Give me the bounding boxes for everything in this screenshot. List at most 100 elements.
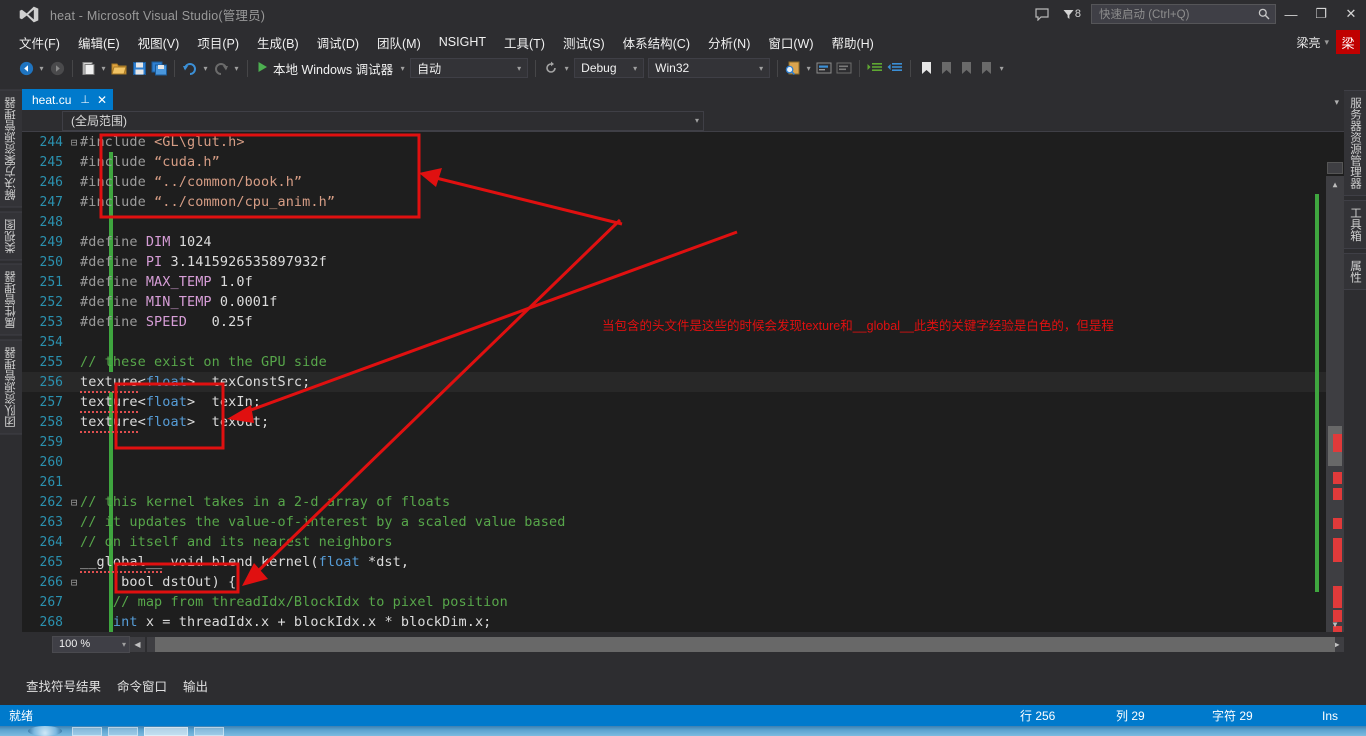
code-line[interactable]: 264 // on itself and its nearest neighbor… [22, 532, 1344, 552]
solution-platform-combo[interactable]: Win32 ▾ [648, 58, 771, 78]
code-line[interactable]: 248 [22, 212, 1344, 232]
error-marker[interactable] [1333, 472, 1342, 484]
horizontal-scrollbar[interactable] [147, 636, 1335, 652]
horizontal-scroll-thumb[interactable] [155, 636, 1335, 652]
chevron-down-icon[interactable]: ▾ [625, 64, 640, 73]
chevron-down-icon[interactable]: ▾ [1324, 37, 1329, 48]
start-debug-dropdown-icon[interactable]: ▾ [397, 64, 408, 73]
close-button[interactable]: ✕ [1336, 1, 1366, 27]
code-line[interactable]: 253 #define SPEED 0.25f [22, 312, 1344, 332]
code-line[interactable]: 265 __global__ void blend_kernel(float *d… [22, 552, 1344, 573]
navigate-back-icon[interactable] [16, 58, 36, 78]
find-dropdown-icon[interactable]: ▾ [803, 64, 814, 73]
scroll-up-arrow-icon[interactable]: ▲ [1326, 176, 1344, 192]
navigate-forward-icon[interactable] [47, 58, 67, 78]
fold-toggle-icon[interactable]: ⊟ [68, 137, 80, 148]
editor-vertical-scrollbar[interactable]: ▲ ▼ [1315, 162, 1344, 632]
tab-list-icon[interactable]: ▾ [1329, 97, 1344, 108]
menu-item-debug[interactable]: 调试(D) [308, 30, 368, 55]
error-marker[interactable] [1333, 434, 1342, 452]
menu-item-edit[interactable]: 编辑(E) [69, 30, 129, 55]
menu-item-test[interactable]: 测试(S) [554, 30, 614, 55]
scroll-left-arrow-icon[interactable]: ◀ [130, 636, 145, 652]
redo-icon[interactable] [211, 58, 231, 78]
uncomment-selection-icon[interactable] [834, 58, 854, 78]
code-line[interactable]: 266 ⊟ bool dstOut) { [22, 572, 1344, 592]
find-in-files-icon[interactable] [783, 58, 803, 78]
dock-tab-properties[interactable]: 属性 [1343, 252, 1366, 290]
new-item-dropdown-icon[interactable]: ▾ [98, 64, 109, 73]
pin-icon[interactable]: ⊥ [80, 93, 90, 106]
save-icon[interactable] [129, 58, 149, 78]
dock-tab-team-explorer[interactable]: 团队资源管理器 [0, 339, 23, 434]
code-editor-surface[interactable]: 244 ⊟ #include <GL\glut.h> 245 #include “cud… [22, 132, 1344, 632]
increase-indent-icon[interactable] [865, 58, 885, 78]
fold-toggle-icon[interactable]: ⊟ [68, 497, 80, 508]
dock-tab-server-explorer[interactable]: 服务器资源管理器 [1343, 90, 1366, 196]
bottom-tab-output[interactable]: 输出 [183, 676, 208, 695]
code-line[interactable]: 268 int x = threadIdx.x + blockIdx.x * b… [22, 612, 1344, 632]
close-icon[interactable]: ✕ [97, 93, 107, 107]
menu-item-analyze[interactable]: 分析(N) [699, 30, 759, 55]
code-line[interactable]: 259 [22, 432, 1344, 452]
taskbar-item[interactable] [108, 727, 138, 736]
code-line[interactable]: 267 // map from threadIdx/BlockIdx to pi… [22, 592, 1344, 612]
clear-bookmarks-icon[interactable] [976, 58, 996, 78]
fold-toggle-icon[interactable]: ⊟ [68, 577, 80, 588]
chevron-down-icon[interactable]: ▾ [122, 640, 126, 649]
dock-tab-toolbox[interactable]: 工具箱 [1343, 200, 1366, 249]
account-name[interactable]: 梁亮 [1296, 34, 1320, 51]
chevron-down-icon[interactable]: ▾ [751, 64, 766, 73]
menu-item-tools[interactable]: 工具(T) [495, 30, 554, 55]
error-marker[interactable] [1333, 518, 1342, 529]
dock-tab-solution-explorer[interactable]: 解决方案资源管理器 [0, 90, 23, 208]
code-line[interactable]: 258 texture<float> texOut; [22, 412, 1344, 433]
comment-selection-icon[interactable] [814, 58, 834, 78]
next-bookmark-icon[interactable] [956, 58, 976, 78]
search-icon[interactable] [1251, 8, 1270, 23]
code-line[interactable]: 245 #include “cuda.h” [22, 152, 1344, 172]
previous-bookmark-icon[interactable] [936, 58, 956, 78]
refresh-icon[interactable] [541, 58, 561, 78]
menu-item-architecture[interactable]: 体系结构(C) [614, 30, 699, 55]
taskbar-item[interactable] [72, 727, 102, 736]
document-tab-heat-cu[interactable]: heat.cu ⊥ ✕ [22, 89, 114, 110]
menu-item-view[interactable]: 视图(V) [129, 30, 189, 55]
menu-item-file[interactable]: 文件(F) [10, 30, 69, 55]
redo-dropdown-icon[interactable]: ▾ [231, 64, 242, 73]
code-line[interactable]: 250 #define PI 3.1415926535897932f [22, 252, 1344, 272]
dock-tab-class-view[interactable]: 类视图 [0, 211, 23, 260]
menu-item-team[interactable]: 团队(M) [368, 30, 430, 55]
code-line[interactable]: 260 [22, 452, 1344, 472]
code-line[interactable]: 257 texture<float> texIn; [22, 392, 1344, 413]
platform-auto-combo[interactable]: 自动 ▾ [410, 58, 529, 78]
notification-flag-icon[interactable]: 8 [1055, 3, 1085, 25]
decrease-indent-icon[interactable] [885, 58, 905, 78]
code-line[interactable]: 252 #define MIN_TEMP 0.0001f [22, 292, 1344, 312]
editor-split-grip[interactable] [1327, 162, 1343, 174]
menu-item-build[interactable]: 生成(B) [248, 30, 308, 55]
code-line[interactable]: 261 [22, 472, 1344, 492]
navigate-back-dropdown-icon[interactable]: ▾ [36, 64, 47, 73]
scope-combo[interactable]: (全局范围) ▾ [62, 110, 704, 131]
scroll-down-arrow-icon[interactable]: ▼ [1326, 616, 1344, 632]
undo-dropdown-icon[interactable]: ▾ [200, 64, 211, 73]
start-orb-icon[interactable] [28, 726, 62, 736]
code-line[interactable]: 254 [22, 332, 1344, 352]
code-line[interactable]: 251 #define MAX_TEMP 1.0f [22, 272, 1344, 292]
maximize-restore-button[interactable]: ❐ [1306, 1, 1336, 27]
toolbar-overflow-icon[interactable]: ▾ [996, 64, 1007, 73]
code-line[interactable]: 256 texture<float> texConstSrc; [22, 372, 1344, 393]
feedback-bubble-icon[interactable] [1029, 3, 1055, 25]
minimize-button[interactable]: — [1276, 1, 1306, 27]
chevron-down-icon[interactable]: ▾ [695, 116, 699, 125]
chevron-down-icon[interactable]: ▾ [509, 64, 524, 73]
code-line[interactable]: 262 ⊟// this kernel takes in a 2-d array … [22, 492, 1344, 512]
code-line[interactable]: 249 #define DIM 1024 [22, 232, 1344, 252]
quick-launch-box[interactable]: 快速启动 (Ctrl+Q) [1091, 4, 1276, 24]
dock-tab-property-manager[interactable]: 属性管理器 [0, 264, 23, 336]
undo-icon[interactable] [180, 58, 200, 78]
code-line[interactable]: 263 // it updates the value-of-interest b… [22, 512, 1344, 532]
new-item-icon[interactable] [78, 58, 98, 78]
error-marker[interactable] [1333, 586, 1342, 608]
